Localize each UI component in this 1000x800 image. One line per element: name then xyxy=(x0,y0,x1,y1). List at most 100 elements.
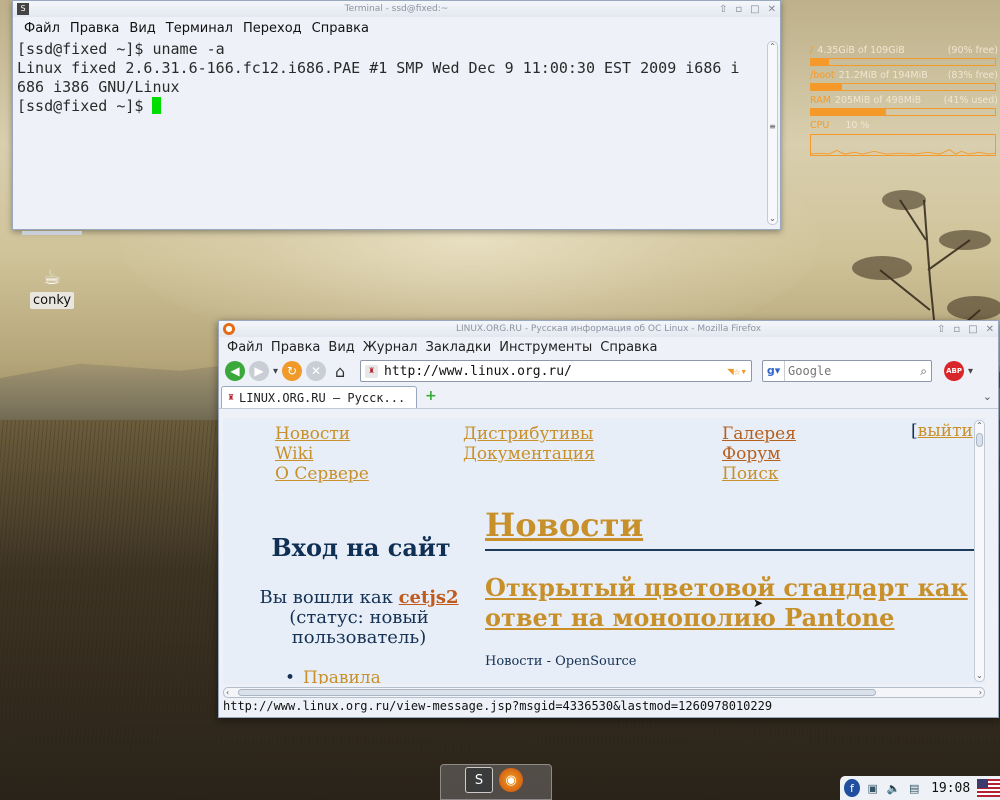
menu-help[interactable]: Справка xyxy=(596,340,661,355)
scroll-up-arrow-icon[interactable]: ⌃ xyxy=(768,42,777,52)
conky-label: CPU xyxy=(810,119,830,131)
terminal-titlebar[interactable]: S Terminal - ssd@fixed:~ ⇧ ▫ □ ✕ xyxy=(13,1,780,17)
nav-link-distros[interactable]: Дистрибутивы xyxy=(463,424,593,444)
cpu-graph xyxy=(810,134,996,156)
article-category: Новости - OpenSource xyxy=(485,654,637,669)
reload-icon[interactable]: ↻ xyxy=(282,361,303,381)
forward-arrow-icon[interactable]: ▶ xyxy=(249,361,269,381)
new-tab-plus-icon[interactable]: + xyxy=(425,388,437,404)
nav-link-about[interactable]: О Сервере xyxy=(275,464,369,484)
maximize-button[interactable]: □ xyxy=(750,2,759,18)
scroll-down-arrow-icon[interactable]: ⌄ xyxy=(975,671,984,681)
scroll-up-arrow-icon[interactable]: ⌃ xyxy=(975,421,984,431)
task-dock: S ◉ xyxy=(440,764,552,800)
conky-value: 4.35GiB of 109GiB xyxy=(817,44,905,56)
volume-icon[interactable]: 🔈 xyxy=(886,779,902,797)
fedora-logo-icon[interactable]: f xyxy=(844,779,860,797)
window-title: LINUX.ORG.RU - Русская информация об ОС … xyxy=(455,324,762,334)
conky-extra: (41% used) xyxy=(943,94,998,106)
nav-link-news[interactable]: Новости xyxy=(275,424,350,444)
scroll-grip-icon: ≡ xyxy=(769,122,776,131)
page-content: Новости Wiki О Сервере Дистрибутивы Доку… xyxy=(223,418,985,684)
firefox-task-icon[interactable]: ◉ xyxy=(499,768,523,792)
url-text[interactable]: http://www.linux.org.ru/ xyxy=(384,364,721,379)
nav-link-search[interactable]: Поиск xyxy=(722,464,779,484)
tab-list-chevron-icon[interactable]: ⌄ xyxy=(983,390,992,403)
terminal-scrollbar[interactable]: ⌃ ≡ ⌄ xyxy=(767,41,778,225)
terminal-output[interactable]: [ssd@fixed ~]$ uname -a Linux fixed 2.6.3… xyxy=(13,39,766,229)
menu-bookmarks[interactable]: Закладки xyxy=(422,340,496,355)
nav-link-wiki[interactable]: Wiki xyxy=(275,444,313,464)
google-engine-icon[interactable]: g▾ xyxy=(763,361,786,381)
firefox-titlebar[interactable]: ● LINUX.ORG.RU - Русская информация об О… xyxy=(219,321,998,337)
history-dropdown-icon[interactable]: ▾ xyxy=(273,366,278,377)
scroll-thumb[interactable] xyxy=(976,433,983,447)
conky-extra: (90% free) xyxy=(947,44,998,56)
scroll-thumb[interactable] xyxy=(238,689,876,696)
rules-link[interactable]: Правила xyxy=(301,668,381,684)
menu-help[interactable]: Справка xyxy=(307,21,374,36)
menu-file[interactable]: Файл xyxy=(19,21,65,36)
minimize-button[interactable]: ▫ xyxy=(735,2,742,18)
close-button[interactable]: ✕ xyxy=(768,2,776,18)
network-icon[interactable]: ▣ xyxy=(865,779,881,797)
window-title: Terminal - ssd@fixed:~ xyxy=(344,4,449,14)
search-input[interactable] xyxy=(785,362,921,380)
nav-link-docs[interactable]: Документация xyxy=(463,444,595,464)
menu-view[interactable]: Вид xyxy=(324,340,358,355)
maximize-button[interactable]: □ xyxy=(968,322,977,338)
terminal-cursor xyxy=(152,97,162,114)
heading-divider xyxy=(485,549,977,551)
menu-terminal[interactable]: Терминал xyxy=(161,21,238,36)
page-vertical-scrollbar[interactable]: ⌃ ⌄ xyxy=(974,420,985,682)
clipboard-icon[interactable]: ▤ xyxy=(906,779,922,797)
conky-cpu-value: 10 % xyxy=(845,119,870,131)
scroll-down-arrow-icon[interactable]: ⌄ xyxy=(768,214,777,224)
pin-icon[interactable]: ⇧ xyxy=(719,2,727,18)
conky-label: /boot xyxy=(810,69,835,81)
login-title: Вход на сайт xyxy=(271,533,451,562)
scroll-right-arrow-icon[interactable]: › xyxy=(979,688,982,698)
menu-tools[interactable]: Инструменты xyxy=(495,340,596,355)
terminal-window[interactable]: S Terminal - ssd@fixed:~ ⇧ ▫ □ ✕ Файл Пр… xyxy=(12,0,781,230)
menu-history[interactable]: Журнал xyxy=(359,340,422,355)
menu-edit[interactable]: Правка xyxy=(65,21,124,36)
news-heading[interactable]: Новости xyxy=(485,506,643,544)
nav-link-gallery[interactable]: Галерея xyxy=(722,424,796,444)
search-bar[interactable]: g▾ ⌕ xyxy=(762,360,933,382)
terminal-task-icon[interactable]: S xyxy=(465,767,493,793)
conky-row-ram: RAM 205MiB of 498MiB (41% used) xyxy=(810,94,998,106)
terminal-app-icon[interactable]: S xyxy=(17,3,29,15)
menu-file[interactable]: Файл xyxy=(223,340,267,355)
desktop-icon-conky[interactable]: ☕ conky xyxy=(30,264,75,309)
terminal-line: Linux fixed 2.6.31.6-166.fc12.i686.PAE #… xyxy=(17,59,740,77)
menu-view[interactable]: Вид xyxy=(124,21,160,36)
menu-edit[interactable]: Правка xyxy=(267,340,324,355)
conky-row-root: /4.35GiB of 109GiB (90% free) xyxy=(810,44,998,56)
abp-dropdown-icon[interactable]: ▾ xyxy=(968,366,973,377)
pin-icon[interactable]: ⇧ xyxy=(937,322,945,338)
search-magnifier-icon[interactable]: ⌕ xyxy=(920,364,927,379)
tab-linux-org-ru[interactable]: ♜ LINUX.ORG.RU – Русск... xyxy=(221,386,417,408)
back-arrow-icon[interactable]: ◀ xyxy=(225,361,245,381)
close-button[interactable]: ✕ xyxy=(986,322,994,338)
rss-feed-icon[interactable]: ◥☆▾ xyxy=(727,365,747,378)
status-bar: http://www.linux.org.ru/view-message.jsp… xyxy=(223,699,773,713)
conky-bar-fill xyxy=(811,59,830,65)
minimize-button[interactable]: ▫ xyxy=(953,322,960,338)
adblock-plus-icon[interactable]: ABP xyxy=(944,361,965,381)
stop-icon[interactable]: ✕ xyxy=(306,361,327,381)
mouse-pointer-icon: ➤ xyxy=(753,596,764,610)
nav-link-forum[interactable]: Форум xyxy=(722,444,780,464)
firefox-window[interactable]: ● LINUX.ORG.RU - Русская информация об О… xyxy=(218,320,999,718)
keyboard-layout-flag-icon[interactable] xyxy=(977,779,1000,797)
home-icon[interactable]: ⌂ xyxy=(330,361,350,381)
clock[interactable]: 19:08 xyxy=(931,781,970,796)
logout-link[interactable]: выйти xyxy=(918,421,973,441)
conky-bar-boot xyxy=(810,83,996,91)
article-title-link[interactable]: Открытый цветовой стандарт как ответ на … xyxy=(485,573,977,633)
firefox-app-icon[interactable]: ● xyxy=(223,323,235,335)
menu-go[interactable]: Переход xyxy=(238,21,307,36)
url-bar[interactable]: ♜ http://www.linux.org.ru/ ◥☆▾ xyxy=(360,360,753,382)
username-link[interactable]: cetjs2 xyxy=(399,587,459,608)
